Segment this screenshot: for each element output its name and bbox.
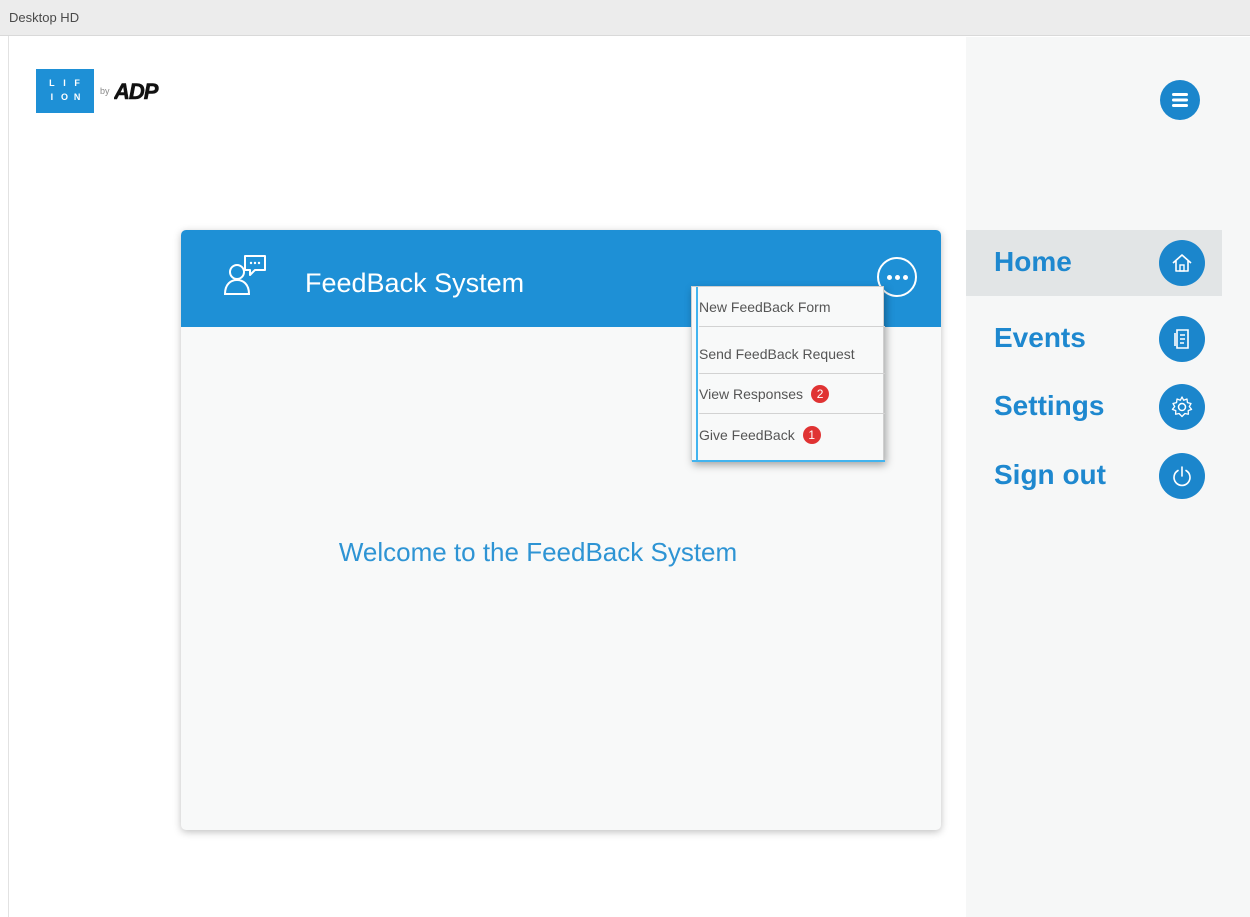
chat-user-icon	[223, 255, 266, 295]
nav-item-events[interactable]: Events	[966, 306, 1222, 372]
gear-icon	[1159, 384, 1205, 430]
menu-item-new-feedback-form[interactable]: New FeedBack Form	[699, 287, 885, 327]
menu-item-send-feedback-request[interactable]: Send FeedBack Request	[699, 334, 885, 374]
menu-item-give-feedback[interactable]: Give FeedBack 1	[699, 415, 885, 455]
nav-item-sign-out[interactable]: Sign out	[966, 443, 1222, 509]
svg-text:ADP: ADP	[114, 79, 159, 103]
adp-logo: ADP	[114, 79, 160, 103]
lifion-adp-logo: L I F I O N by ADP	[36, 69, 172, 113]
notification-badge: 1	[802, 426, 821, 444]
more-dots-icon	[886, 274, 892, 280]
notification-badge: 2	[811, 384, 830, 403]
welcome-message: Welcome to the FeedBack System	[338, 537, 738, 567]
hamburger-icon	[1172, 93, 1188, 107]
feedback-dropdown-menu: New FeedBack Form Send FeedBack Request …	[691, 286, 885, 462]
power-icon	[1159, 453, 1205, 499]
document-icon	[1159, 316, 1205, 362]
nav-item-label: Sign out	[994, 459, 1106, 490]
frame-label-bar: Desktop HD	[0, 0, 1250, 36]
home-icon	[1159, 240, 1205, 286]
frame-edge	[8, 36, 9, 917]
nav-item-label: Events	[994, 322, 1086, 353]
logo-by-text: by	[100, 86, 110, 96]
nav-item-label: Home	[994, 246, 1072, 277]
nav-item-settings[interactable]: Settings	[966, 374, 1222, 440]
nav-item-label: Settings	[994, 390, 1105, 421]
card-title: FeedBack System	[305, 268, 525, 298]
menu-item-view-responses[interactable]: View Responses 2	[699, 374, 885, 414]
main-menu-button[interactable]	[1160, 80, 1200, 120]
frame-label: Desktop HD	[9, 10, 80, 25]
lifion-logo-box: L I F I O N	[36, 69, 94, 113]
nav-item-home[interactable]: Home	[966, 230, 1222, 296]
